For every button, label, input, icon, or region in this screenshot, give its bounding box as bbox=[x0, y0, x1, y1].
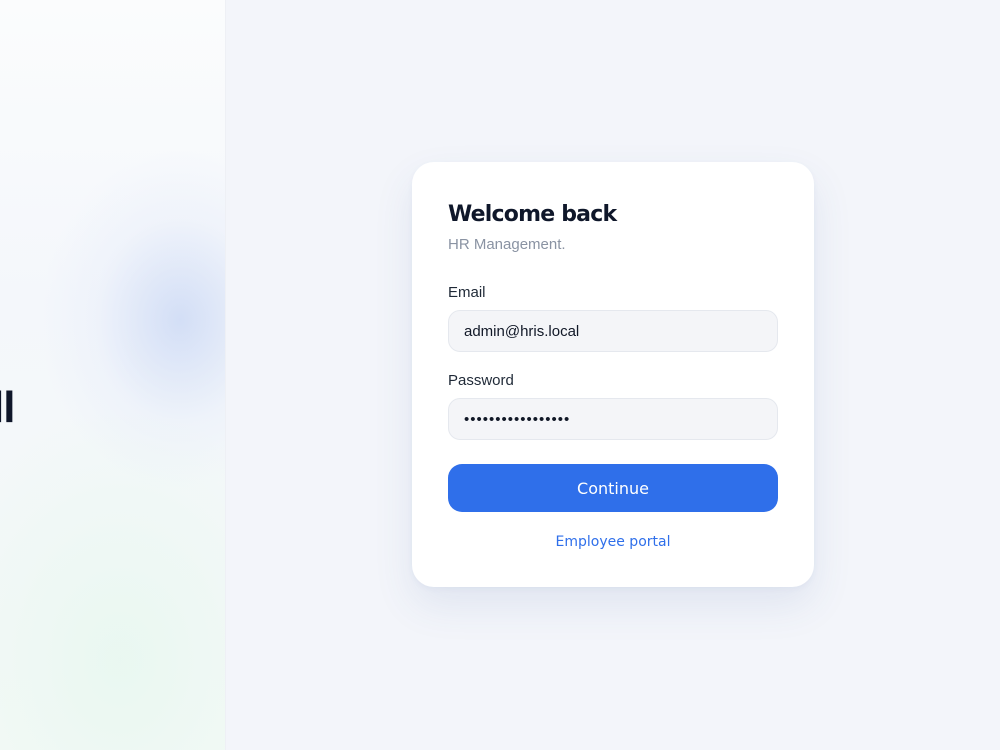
page-subtitle: HR Management. bbox=[448, 236, 566, 253]
brand-side-panel: ll bbox=[0, 0, 226, 750]
email-label: Email bbox=[448, 284, 486, 301]
email-value: admin@hris.local bbox=[464, 322, 580, 340]
email-field[interactable]: admin@hris.local bbox=[448, 310, 778, 352]
login-card: Welcome back HR Management. Email admin@… bbox=[412, 162, 814, 587]
page-title: Welcome back bbox=[448, 202, 617, 227]
brand-logo-fragment: ll bbox=[0, 383, 15, 432]
employee-portal-link[interactable]: Employee portal bbox=[448, 532, 778, 552]
continue-button[interactable]: Continue bbox=[448, 464, 778, 512]
password-field[interactable]: ••••••••••••••••• bbox=[448, 398, 778, 440]
password-value: ••••••••••••••••• bbox=[464, 410, 571, 428]
password-label: Password bbox=[448, 372, 514, 389]
